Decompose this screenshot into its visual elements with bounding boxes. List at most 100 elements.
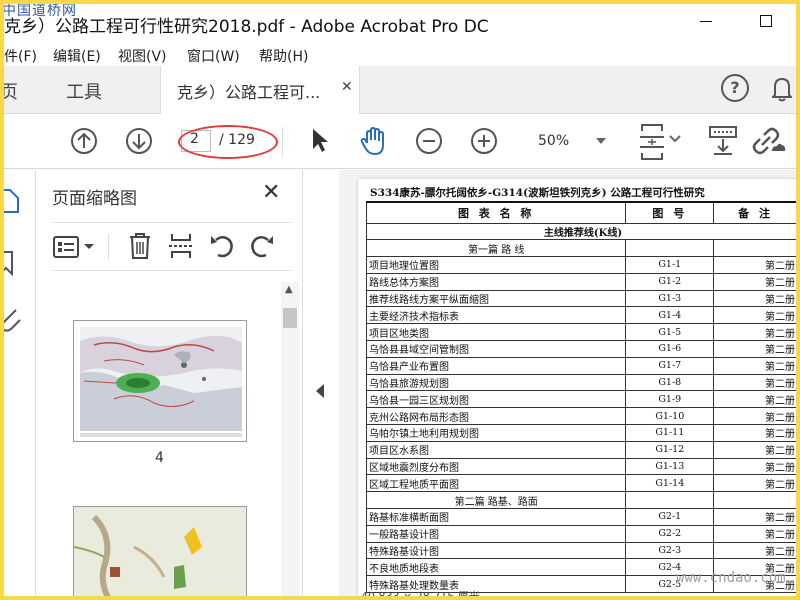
fit-page-icon[interactable]: [638, 123, 684, 161]
next-page-icon[interactable]: [125, 127, 153, 155]
drawing-number-cell: G1-6: [625, 340, 715, 358]
table-cell: [625, 491, 715, 510]
drawing-name-cell: 区域工程地质平面图: [365, 474, 627, 493]
table-row: 路基标准横断面图 G2-1 第二册: [365, 508, 800, 526]
help-icon[interactable]: ?: [721, 74, 749, 102]
drawing-volume-cell: 第二册: [713, 541, 800, 560]
minimize-button[interactable]: [700, 21, 712, 22]
section-title: 第二篇 路基、路面: [365, 491, 627, 510]
drawing-number-cell: G1-14: [625, 474, 715, 493]
tab-document[interactable]: 克乡）公路工程可... ✕: [160, 66, 360, 114]
table-row: 克州公路网布局形态图 G1-10 第二册: [365, 407, 800, 426]
title-bar: 克乡）公路工程可行性研究2018.pdf - Adobe Acrobat Pro…: [0, 0, 800, 44]
table-row: 主要经济技术指标表 G1-4 第二册: [365, 306, 800, 325]
menu-bar: 件(F) 编辑(E) 视图(V) 窗口(W) 帮助(H): [0, 44, 800, 66]
thumbnails-scrollbar[interactable]: ▲: [281, 282, 299, 598]
drawing-name-cell: 克州公路网布局形态图: [365, 407, 627, 426]
drawing-volume-cell: 第二册: [713, 407, 800, 426]
collapse-panel-arrow-icon[interactable]: [316, 384, 324, 398]
menu-view[interactable]: 视图(V): [118, 46, 167, 66]
drawing-volume-cell: 第二册: [713, 289, 800, 308]
drawing-number-cell: G1-10: [625, 407, 715, 426]
attachment-icon[interactable]: [0, 306, 22, 332]
table-row: 乌恰县县域空间管制图 G1-6 第二册: [365, 340, 800, 358]
zoom-out-icon[interactable]: [415, 127, 443, 155]
thumbnail-page-number: 4: [155, 450, 164, 466]
left-rail: [0, 170, 36, 600]
document-heading: S334康苏-膘尔托阔依乡-G314(波斯坦铁列克乡) 公路工程可行性研究: [370, 187, 705, 199]
drawing-name-cell: 路基标准横断面图: [365, 508, 627, 526]
drawing-number-cell: G1-7: [625, 356, 715, 375]
table-cell: [713, 491, 800, 510]
thumbnails-panel: 页面缩略图 ✕ ▲ 4: [36, 170, 303, 600]
drawing-name-cell: 乌恰县产业布置图: [365, 356, 627, 375]
select-cursor-icon[interactable]: [310, 127, 332, 155]
rotate-left-icon[interactable]: [208, 232, 236, 260]
tab-tools[interactable]: 工具: [66, 78, 102, 104]
page-total: / 129: [219, 132, 255, 148]
bell-icon[interactable]: [772, 76, 792, 102]
drawing-name-cell: 区域地震烈度分布图: [365, 457, 627, 476]
menu-edit[interactable]: 编辑(E): [53, 46, 101, 66]
page-number-input[interactable]: 2: [181, 130, 211, 152]
drawing-name-cell: 项目区地类图: [365, 323, 627, 342]
share-link-icon[interactable]: [750, 125, 786, 157]
table-cell: [625, 239, 715, 258]
drawing-name-cell: 推荐线路线方案平纵面缩图: [365, 289, 627, 308]
table-header-row: 图 表 名 称图 号备 注: [365, 201, 800, 224]
thumbnail-options-icon[interactable]: [52, 234, 98, 260]
tab-home[interactable]: 主页: [0, 78, 18, 104]
tab-close-icon[interactable]: ✕: [341, 79, 353, 95]
extract-page-icon[interactable]: [168, 232, 194, 260]
drawing-volume-cell: 第二册: [713, 356, 800, 375]
table-row: 乌恰县一园三区规划图 G1-9 第二册: [365, 390, 800, 409]
table-subheading: 主线推荐线(K线): [366, 222, 800, 241]
table-row: 推荐线路线方案平纵面缩图 G1-3 第二册: [365, 289, 800, 308]
zoom-in-icon[interactable]: [470, 127, 498, 155]
drawing-number-cell: G1-9: [625, 390, 715, 409]
drawing-number-cell: G1-5: [625, 323, 715, 342]
map-thumbnail-image: [74, 507, 246, 600]
watermark-bottom: www.cndao.com: [676, 570, 786, 586]
drawing-name-cell: 乌恰县县域空间管制图: [365, 340, 627, 358]
table-row: 路线总体方案图 G1-2 第二册: [365, 272, 800, 291]
drawing-name-cell: 项目区水系图: [365, 440, 627, 459]
previous-page-icon[interactable]: [70, 127, 98, 155]
drawing-number-cell: G2-2: [625, 524, 715, 543]
delete-page-icon[interactable]: [128, 232, 152, 260]
page-thumbnail[interactable]: [73, 320, 247, 442]
drawing-index-table: 图 表 名 称图 号备 注主线推荐线(K线) 第一篇 路 线项目地理位置图 G1-1…: [365, 201, 800, 594]
drawing-number-cell: G1-13: [625, 457, 715, 476]
drawing-name-cell: 乌恰县一园三区规划图: [365, 390, 627, 409]
menu-file[interactable]: 件(F): [4, 46, 37, 66]
document-area[interactable]: S334康苏-膘尔托阔依乡-G314(波斯坦铁列克乡) 公路工程可行性研究 图 …: [339, 170, 800, 600]
drawing-volume-cell: 第二册: [713, 340, 800, 358]
zoom-dropdown[interactable]: 50%: [524, 129, 610, 155]
send-form-icon[interactable]: [708, 125, 738, 157]
maximize-button[interactable]: [760, 15, 772, 27]
drawing-name-cell: 主要经济技术指标表: [365, 306, 627, 325]
drawing-volume-cell: 第二册: [713, 306, 800, 325]
table-header-name: 图 表 名 称: [365, 201, 627, 224]
close-icon[interactable]: ✕: [262, 180, 280, 205]
drawing-number-cell: G1-4: [625, 306, 715, 325]
drawing-volume-cell: 第二册: [713, 272, 800, 291]
scrollbar-thumb[interactable]: [283, 308, 297, 328]
table-row: 项目区地类图 G1-5 第二册: [365, 323, 800, 342]
menu-help[interactable]: 帮助(H): [259, 46, 308, 66]
drawing-volume-cell: 第二册: [713, 457, 800, 476]
rotate-right-icon[interactable]: [248, 232, 276, 260]
thumbnail-tools: [36, 228, 303, 264]
table-subheading-row: 主线推荐线(K线): [366, 222, 800, 241]
drawing-volume-cell: 第二册: [713, 323, 800, 342]
scroll-up-icon[interactable]: ▲: [285, 284, 293, 295]
drawing-volume-cell: 第二册: [713, 474, 800, 493]
table-row: 特殊路基设计图 G2-3 第二册: [365, 541, 800, 560]
bookmark-icon[interactable]: [0, 250, 20, 276]
hand-tool-icon[interactable]: [358, 125, 390, 157]
menu-window[interactable]: 窗口(W): [187, 46, 240, 66]
page-thumbnails-icon[interactable]: [0, 188, 20, 214]
page-thumbnail[interactable]: [73, 506, 247, 600]
drawing-number-cell: G1-1: [625, 256, 715, 274]
chevron-down-icon: [596, 138, 606, 144]
